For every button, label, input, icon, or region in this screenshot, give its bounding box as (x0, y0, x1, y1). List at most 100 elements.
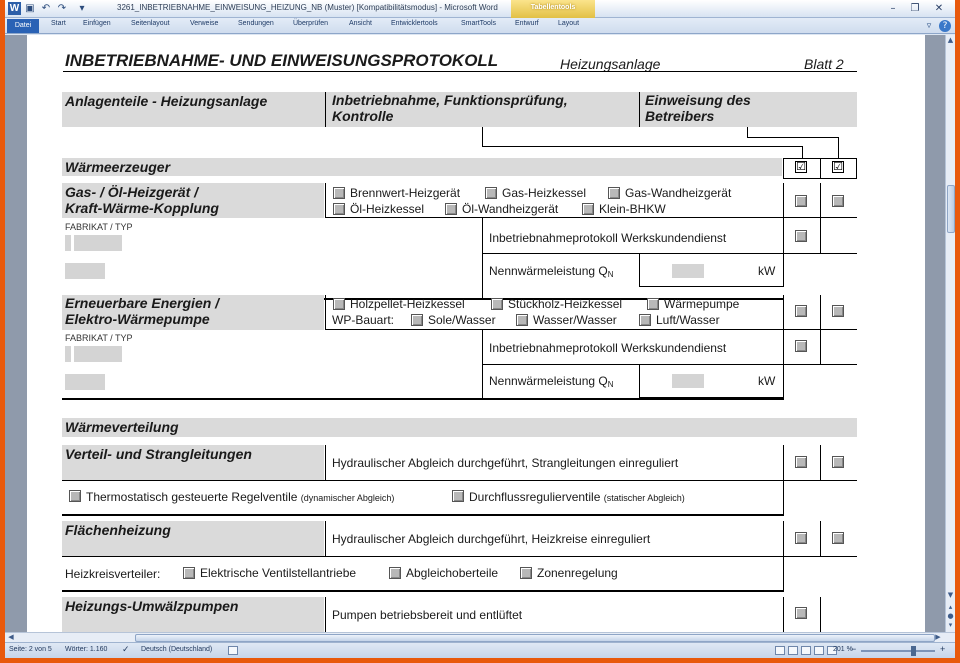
header-check-instruction[interactable]: ☑ (832, 161, 844, 173)
checkbox-gas-oil-instruction[interactable] (832, 195, 844, 207)
label-brennwert: Brennwert-Heizgerät (350, 186, 461, 200)
tab-layout[interactable]: Layout (558, 20, 579, 27)
checkbox-renewable-commissioning[interactable] (795, 305, 807, 317)
checkbox-renewable-protocol[interactable] (795, 340, 807, 352)
checkbox-floor-commissioning[interactable] (795, 532, 807, 544)
next-page-icon[interactable]: ▾ (946, 621, 955, 630)
redo-icon[interactable]: ↷ (57, 3, 67, 14)
scroll-left-icon[interactable]: ◀ (6, 633, 16, 642)
label-holzpellet: Holzpellet-Heizkessel (350, 297, 465, 311)
checkbox-balancing-tops[interactable] (389, 567, 401, 579)
tab-ueberpruefen[interactable]: Überprüfen (293, 20, 328, 27)
word-app-icon[interactable]: W (8, 2, 21, 15)
zoom-slider-track[interactable] (861, 650, 935, 652)
help-icon[interactable]: ? (939, 20, 951, 32)
checkbox-pipes-instruction[interactable] (832, 456, 844, 468)
zoom-in-icon[interactable]: + (940, 644, 945, 654)
checkbox-pumps-commissioning[interactable] (795, 607, 807, 619)
scroll-right-icon[interactable]: ▶ (933, 633, 943, 642)
tab-sendungen[interactable]: Sendungen (238, 20, 274, 27)
tab-seitenlayout[interactable]: Seitenlayout (131, 20, 170, 27)
vertical-scroll-thumb[interactable] (947, 185, 955, 233)
browse-object-icon[interactable]: ● (946, 612, 955, 621)
tab-ansicht[interactable]: Ansicht (349, 20, 372, 27)
status-words[interactable]: Wörter: 1.160 (65, 646, 107, 653)
checkbox-flow-valves[interactable] (452, 490, 464, 502)
gas-oil-power-input[interactable] (672, 264, 704, 278)
undo-icon[interactable]: ↶ (41, 3, 51, 14)
document-page[interactable]: INBETRIEBNAHME- UND EINWEISUNGSPROTOKOLL… (27, 35, 925, 632)
spellcheck-icon[interactable]: ✓ (122, 644, 130, 655)
gas-oil-make-field-a[interactable] (65, 235, 71, 251)
renewable-make-field-c[interactable] (65, 374, 105, 390)
checkbox-zone-control[interactable] (520, 567, 532, 579)
vertical-scrollbar[interactable]: ▲ ▼ ▴ ● ▾ (945, 35, 955, 632)
horizontal-scroll-thumb[interactable] (135, 634, 935, 642)
scroll-up-icon[interactable]: ▲ (946, 36, 955, 45)
header-check-commissioning[interactable]: ☑ (795, 161, 807, 173)
tab-verweise[interactable]: Verweise (190, 20, 218, 27)
checkbox-klein-bhkw[interactable] (582, 203, 594, 215)
view-outline-icon[interactable] (814, 646, 824, 655)
tab-entwurf[interactable]: Entwurf (515, 20, 539, 27)
close-icon[interactable]: ✕ (931, 2, 947, 15)
gas-oil-make-field-c[interactable] (65, 263, 105, 279)
maximize-icon[interactable]: ❐ (907, 2, 923, 15)
checkbox-stueckholz[interactable] (491, 298, 503, 310)
view-full-screen-icon[interactable] (788, 646, 798, 655)
title-underline (63, 71, 857, 72)
status-zoom[interactable]: 201 % (833, 646, 853, 653)
scroll-down-icon[interactable]: ▼ (946, 591, 955, 600)
renewable-make-field-b[interactable] (74, 346, 122, 362)
tab-datei[interactable]: Datei (7, 19, 39, 33)
renewable-make-field-a[interactable] (65, 346, 71, 362)
view-web-layout-icon[interactable] (801, 646, 811, 655)
label-wasser-wasser: Wasser/Wasser (533, 313, 617, 327)
checkbox-gas-wandheizgeraet[interactable] (608, 187, 620, 199)
previous-page-icon[interactable]: ▴ (946, 603, 955, 612)
status-language[interactable]: Deutsch (Deutschland) (141, 646, 212, 653)
tab-entwicklertools[interactable]: Entwicklertools (391, 20, 438, 27)
minimize-icon[interactable]: – (885, 2, 901, 15)
tab-start[interactable]: Start (51, 20, 66, 27)
checkbox-gas-heizkessel[interactable] (485, 187, 497, 199)
section-distribution: Wärmeverteilung (65, 419, 179, 435)
checkbox-waermepumpe[interactable] (647, 298, 659, 310)
section-heat-generator: Wärmeerzeuger (65, 159, 171, 175)
tab-einfuegen[interactable]: Einfügen (83, 20, 111, 27)
checkbox-pipes-commissioning[interactable] (795, 456, 807, 468)
ribbon-minimize-icon[interactable]: ▿ (923, 20, 935, 32)
checkbox-renewable-instruction[interactable] (832, 305, 844, 317)
checkbox-brennwert[interactable] (333, 187, 345, 199)
macro-record-icon[interactable] (228, 646, 238, 655)
checkbox-oel-wandheizgeraet[interactable] (445, 203, 457, 215)
checkbox-floor-instruction[interactable] (832, 532, 844, 544)
zoom-out-icon[interactable]: − (851, 644, 856, 654)
word-window: W ▣ ↶ ↷ ▾ 3261_INBETRIEBNAHME_EINWEISUNG… (5, 0, 955, 658)
checkbox-sole-wasser[interactable] (411, 314, 423, 326)
view-print-layout-icon[interactable] (775, 646, 785, 655)
quick-access-dropdown-icon[interactable]: ▾ (77, 3, 87, 14)
checkbox-gas-oil-protocol[interactable] (795, 230, 807, 242)
checkbox-electric-actuators[interactable] (183, 567, 195, 579)
status-page[interactable]: Seite: 2 von 5 (9, 646, 52, 653)
save-icon[interactable]: ▣ (25, 3, 35, 14)
label-oel-wandheizgeraet: Öl-Wandheizgerät (462, 202, 559, 216)
gas-oil-make-label: FABRIKAT / TYP (65, 222, 133, 232)
tab-smarttools[interactable]: SmartTools (461, 20, 496, 27)
gas-oil-title: Gas- / Öl-Heizgerät / (65, 184, 199, 200)
gas-oil-make-field-b[interactable] (74, 235, 122, 251)
checkbox-oel-heizkessel[interactable] (333, 203, 345, 215)
checkbox-wasser-wasser[interactable] (516, 314, 528, 326)
floor-distributor-label: Heizkreisverteiler: (65, 567, 161, 581)
checkbox-gas-oil-commissioning[interactable] (795, 195, 807, 207)
ribbon-tab-bar: Datei Start Einfügen Seitenlayout Verwei… (5, 18, 955, 34)
renewable-power-input[interactable] (672, 374, 704, 388)
col-header-commissioning: Inbetriebnahme, Funktionsprüfung, (332, 92, 568, 108)
checkbox-luft-wasser[interactable] (639, 314, 651, 326)
renewable-title-l2: Elektro-Wärmepumpe (65, 311, 210, 327)
horizontal-scrollbar[interactable]: ◀ ▶ (5, 632, 955, 642)
checkbox-thermostatic-valves[interactable] (69, 490, 81, 502)
zoom-slider-thumb[interactable] (911, 646, 916, 656)
checkbox-holzpellet[interactable] (333, 298, 345, 310)
